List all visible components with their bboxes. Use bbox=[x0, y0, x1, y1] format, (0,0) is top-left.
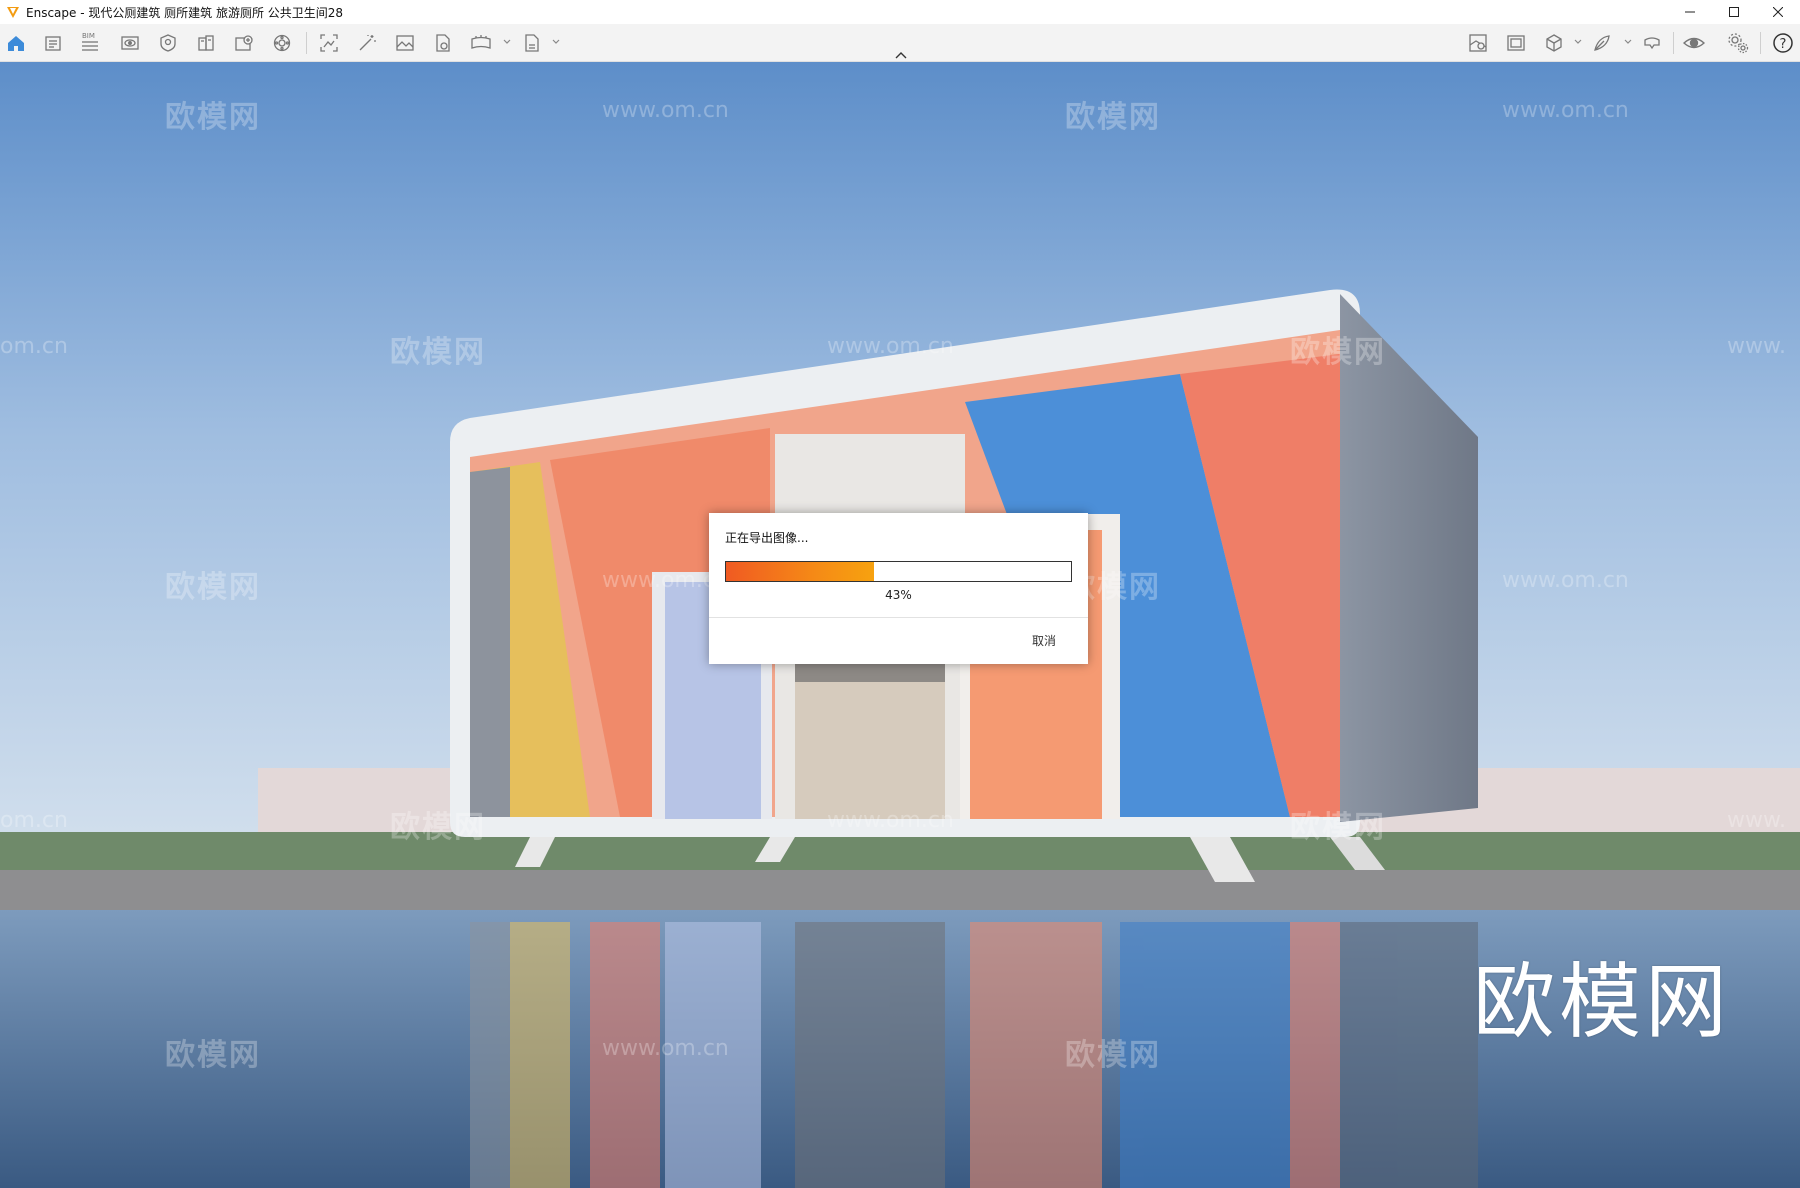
bim-icon[interactable]: BIM bbox=[79, 32, 101, 54]
watermark-logo: 欧模网 bbox=[165, 570, 261, 605]
close-button[interactable] bbox=[1756, 0, 1800, 24]
watermark-logo: 欧模网 bbox=[390, 335, 486, 370]
safe-frame-icon[interactable] bbox=[157, 32, 179, 54]
cube-dropdown-icon[interactable] bbox=[1574, 38, 1582, 46]
dialog-title: 正在导出图像... bbox=[725, 531, 809, 545]
watermark-url-fragment: om.cn bbox=[0, 808, 68, 833]
notes-icon[interactable] bbox=[42, 32, 64, 54]
view-icon[interactable] bbox=[119, 32, 141, 54]
cube-icon[interactable] bbox=[1543, 32, 1565, 54]
export-file-icon[interactable] bbox=[432, 32, 454, 54]
watermark-url-fragment: www. bbox=[1727, 808, 1786, 833]
export-progress-dialog: 正在导出图像... 43% 取消 bbox=[709, 513, 1088, 664]
gallery-icon[interactable] bbox=[1505, 32, 1527, 54]
home-icon[interactable] bbox=[5, 32, 27, 54]
image-icon[interactable] bbox=[394, 32, 416, 54]
minimize-button[interactable] bbox=[1668, 0, 1712, 24]
maximize-icon bbox=[1729, 7, 1739, 17]
enscape-logo-icon bbox=[7, 7, 19, 18]
watermark-url: www.om.cn bbox=[827, 808, 954, 833]
cancel-button[interactable]: 取消 bbox=[1032, 632, 1056, 649]
dialog-divider bbox=[709, 617, 1088, 618]
exe-export-icon[interactable] bbox=[521, 32, 543, 54]
vr-headset-icon[interactable] bbox=[1641, 32, 1663, 54]
watermark-url: www.om.cn bbox=[602, 1036, 729, 1061]
panorama-icon[interactable] bbox=[470, 32, 492, 54]
magic-wand-icon[interactable] bbox=[356, 32, 378, 54]
minimize-icon bbox=[1685, 11, 1695, 13]
panorama-dropdown-icon[interactable] bbox=[503, 38, 511, 46]
watermark-url-fragment: www. bbox=[1727, 334, 1786, 359]
bim-label: BIM bbox=[82, 32, 95, 40]
toolbar-separator bbox=[306, 32, 307, 54]
watermark-url-fragment: om.cn bbox=[0, 334, 68, 359]
watermark-brand-large: 欧模网 bbox=[1473, 955, 1732, 1050]
window-title: Enscape - 现代公厕建筑 厕所建筑 旅游厕所 公共卫生间28 bbox=[26, 5, 344, 20]
visibility-icon[interactable] bbox=[1683, 32, 1705, 54]
toolbar-separator bbox=[1673, 32, 1674, 54]
watermark-logo: 欧模网 bbox=[1065, 1038, 1161, 1073]
help-icon[interactable]: ? bbox=[1772, 32, 1794, 54]
building-icon[interactable] bbox=[195, 32, 217, 54]
watermark-logo: 欧模网 bbox=[1290, 335, 1386, 370]
collapse-toolbar-icon[interactable] bbox=[893, 50, 909, 60]
asset-library-icon[interactable] bbox=[233, 32, 255, 54]
map-icon[interactable] bbox=[1467, 32, 1489, 54]
watermark-logo: 欧模网 bbox=[165, 100, 261, 135]
maximize-button[interactable] bbox=[1712, 0, 1756, 24]
watermark-url: www.om.cn bbox=[1502, 568, 1629, 593]
watermark-url: www.om.cn bbox=[602, 98, 729, 123]
progress-percent-label: 43% bbox=[885, 588, 912, 602]
watermark-url: www.om.cn bbox=[1502, 98, 1629, 123]
feather-icon[interactable] bbox=[1591, 32, 1613, 54]
settings-sphere-icon[interactable] bbox=[271, 32, 293, 54]
progress-fill bbox=[726, 562, 875, 581]
close-icon bbox=[1773, 7, 1783, 17]
watermark-logo: 欧模网 bbox=[1065, 100, 1161, 135]
title-bar: Enscape - 现代公厕建筑 厕所建筑 旅游厕所 公共卫生间28 bbox=[0, 0, 1800, 24]
screenshot-icon[interactable] bbox=[318, 32, 340, 54]
watermark-logo: 欧模网 bbox=[1290, 810, 1386, 845]
watermark-logo: 欧模网 bbox=[390, 810, 486, 845]
toolbar-separator bbox=[1760, 32, 1761, 54]
svg-text:?: ? bbox=[1780, 37, 1787, 52]
watermark-url: www.om.cn bbox=[827, 334, 954, 359]
gear-icon[interactable] bbox=[1727, 32, 1749, 54]
exe-dropdown-icon[interactable] bbox=[552, 38, 560, 46]
feather-dropdown-icon[interactable] bbox=[1624, 38, 1632, 46]
watermark-logo: 欧模网 bbox=[165, 1038, 261, 1073]
export-progress-bar bbox=[725, 561, 1072, 582]
